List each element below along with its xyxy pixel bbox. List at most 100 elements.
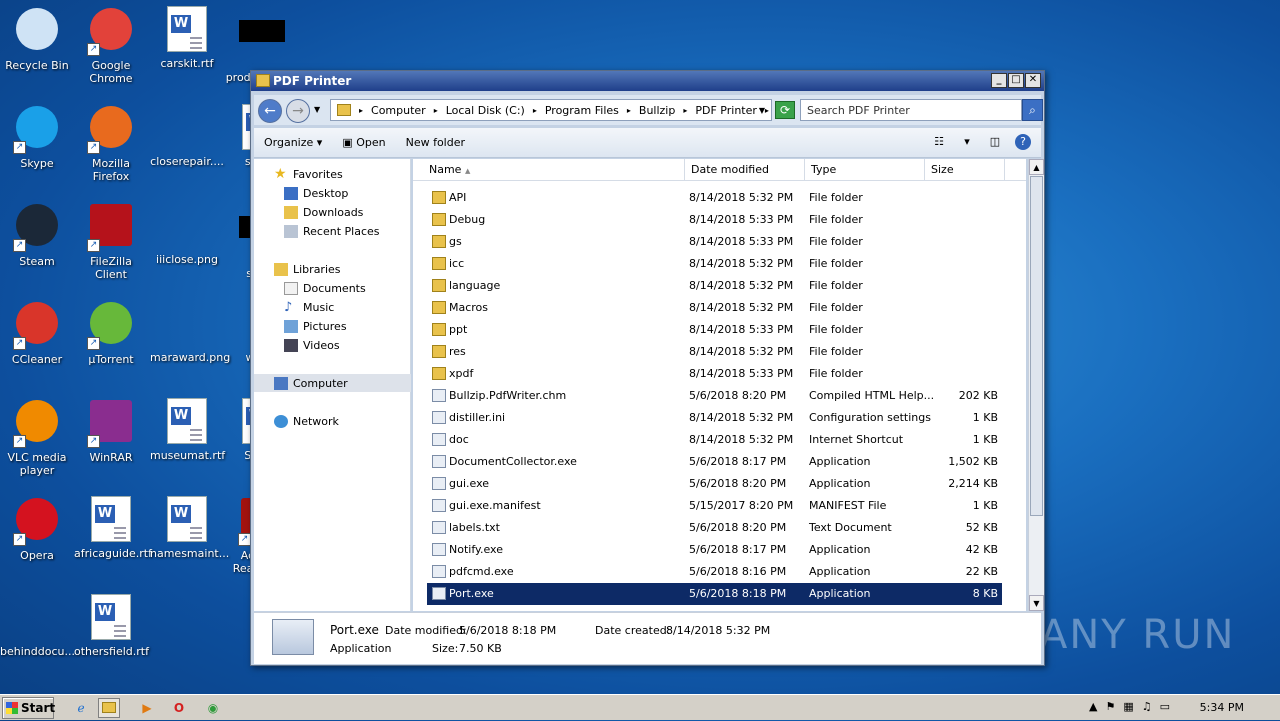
back-button[interactable]: ←	[258, 99, 282, 123]
desktop-icon[interactable]: closerepair....	[150, 104, 224, 168]
volume-icon[interactable]: ♫	[1142, 700, 1152, 713]
chevron-right-icon[interactable]: ▸	[683, 106, 687, 115]
file-row[interactable]: distiller.ini 8/14/2018 5:32 PM Configurat…	[427, 407, 1002, 429]
file-row[interactable]: gui.exe 5/6/2018 8:20 PM Application 2,214 …	[427, 473, 1002, 495]
chevron-right-icon[interactable]: ▸	[765, 106, 769, 115]
file-row[interactable]: icc 8/14/2018 5:32 PM File folder	[427, 253, 1002, 275]
file-row[interactable]: API 8/14/2018 5:32 PM File folder	[427, 187, 1002, 209]
desktop-icon[interactable]: ↗ Steam	[0, 202, 74, 268]
desktop-icon[interactable]: ↗ Skype	[0, 104, 74, 170]
refresh-button[interactable]: ⟳	[775, 101, 795, 119]
desktop-icon[interactable]: Recycle Bin	[0, 6, 74, 72]
desktop-icon[interactable]: ↗ Mozilla Firefox	[74, 104, 148, 183]
scroll-down-icon[interactable]: ▼	[1029, 595, 1044, 611]
desktop-icon[interactable]: ↗ µTorrent	[74, 300, 148, 366]
explorer-taskbar-icon[interactable]	[98, 698, 120, 718]
nav-libraries[interactable]: Libraries	[274, 260, 341, 278]
file-row[interactable]: Port.exe 5/6/2018 8:18 PM Application 8 KB	[427, 583, 1002, 605]
chevron-right-icon[interactable]: ▸	[434, 106, 438, 115]
desktop-icon[interactable]: iiiclose.png	[150, 202, 224, 266]
desktop-icon[interactable]: Wmuseumat.rtf	[150, 398, 225, 462]
flag-icon[interactable]: ⚑	[1105, 700, 1115, 713]
breadcrumb-local-disk[interactable]: Local Disk (C:)	[446, 104, 525, 117]
file-row[interactable]: gs 8/14/2018 5:33 PM File folder	[427, 231, 1002, 253]
start-button[interactable]: Start	[2, 697, 55, 719]
vertical-scrollbar[interactable]: ▲ ▼	[1028, 159, 1044, 611]
recent-pages-chevron-icon[interactable]: ▼	[314, 105, 320, 114]
open-button[interactable]: ▣ Open	[342, 136, 385, 149]
maximize-button[interactable]: □	[1008, 73, 1024, 88]
minimize-button[interactable]: _	[991, 73, 1007, 88]
explorer-window[interactable]: PDF Printer _ □ ✕ ← → ▼ ▸ Computer ▸ Loc…	[250, 70, 1045, 666]
file-row[interactable]: Bullzip.PdfWriter.chm 5/6/2018 8:20 PM Com…	[427, 385, 1002, 407]
desktop-icon[interactable]: Wnamesmaint...	[150, 496, 229, 560]
desktop-icon[interactable]: ↗ Google Chrome	[74, 6, 148, 85]
nav-desktop[interactable]: Desktop	[284, 184, 348, 202]
chevron-down-icon[interactable]: ▾	[959, 134, 975, 150]
file-row[interactable]: ppt 8/14/2018 5:33 PM File folder	[427, 319, 1002, 341]
nav-computer[interactable]: Computer	[254, 374, 411, 392]
nav-pictures[interactable]: Pictures	[284, 317, 347, 335]
breadcrumb-bullzip[interactable]: Bullzip	[639, 104, 675, 117]
tray-expand-icon[interactable]: ▲	[1089, 700, 1097, 713]
internet-explorer-icon[interactable]: ℯ	[70, 698, 92, 718]
view-options-icon[interactable]: ☷	[931, 134, 947, 150]
chevron-down-icon[interactable]: ▼	[759, 106, 765, 115]
scrollbar-thumb[interactable]	[1030, 176, 1043, 516]
search-icon[interactable]: ⌕	[1022, 99, 1043, 121]
file-row[interactable]: res 8/14/2018 5:32 PM File folder	[427, 341, 1002, 363]
title-bar[interactable]: PDF Printer _ □ ✕	[251, 71, 1044, 91]
search-input[interactable]: Search PDF Printer	[800, 99, 1022, 121]
column-size[interactable]: Size	[925, 159, 1005, 181]
file-row[interactable]: DocumentCollector.exe 5/6/2018 8:17 PM App…	[427, 451, 1002, 473]
nav-downloads[interactable]: Downloads	[284, 203, 363, 221]
forward-button[interactable]: →	[286, 99, 310, 123]
chrome-taskbar-icon[interactable]: ◉	[202, 698, 224, 718]
file-row[interactable]: language 8/14/2018 5:32 PM File folder	[427, 275, 1002, 297]
file-row[interactable]: Notify.exe 5/6/2018 8:17 PM Application 42 …	[427, 539, 1002, 561]
file-row[interactable]: xpdf 8/14/2018 5:33 PM File folder	[427, 363, 1002, 385]
breadcrumb[interactable]: ▸ Computer ▸ Local Disk (C:) ▸ Program F…	[330, 99, 772, 121]
network-status-icon[interactable]: ▦	[1123, 700, 1133, 713]
desktop-icon[interactable]: ↗ CCleaner	[0, 300, 74, 366]
opera-taskbar-icon[interactable]: O	[168, 698, 190, 718]
nav-recent-places[interactable]: Recent Places	[284, 222, 380, 240]
help-icon[interactable]: ?	[1015, 134, 1031, 150]
media-player-icon[interactable]: ▶	[136, 698, 158, 718]
column-date-modified[interactable]: Date modified	[685, 159, 805, 181]
battery-icon[interactable]: ▭	[1160, 700, 1170, 713]
scroll-up-icon[interactable]: ▲	[1029, 159, 1044, 175]
new-folder-button[interactable]: New folder	[406, 136, 465, 149]
breadcrumb-pdf-printer[interactable]: PDF Printer	[695, 104, 757, 117]
file-row[interactable]: Debug 8/14/2018 5:33 PM File folder	[427, 209, 1002, 231]
desktop-icon[interactable]: behinddocu...	[0, 594, 75, 658]
desktop-icon[interactable]: Wothersfield.rtf	[74, 594, 149, 658]
desktop-icon[interactable]: ↗ FileZilla Client	[74, 202, 148, 281]
organize-button[interactable]: Organize ▾	[264, 136, 322, 149]
nav-network[interactable]: Network	[274, 412, 339, 430]
file-row[interactable]: doc 8/14/2018 5:32 PM Internet Shortcut 1 K…	[427, 429, 1002, 451]
column-type[interactable]: Type	[805, 159, 925, 181]
file-row[interactable]: pdfcmd.exe 5/6/2018 8:16 PM Application 22 …	[427, 561, 1002, 583]
column-name[interactable]: Name ▲	[413, 159, 685, 181]
file-row[interactable]: gui.exe.manifest 5/15/2017 8:20 PM MANIFES…	[427, 495, 1002, 517]
nav-documents[interactable]: Documents	[284, 279, 366, 297]
desktop-icon[interactable]: Wcarskit.rtf	[150, 6, 224, 70]
chevron-right-icon[interactable]: ▸	[359, 106, 363, 115]
nav-favorites[interactable]: ★ Favorites	[274, 165, 343, 183]
breadcrumb-program-files[interactable]: Program Files	[545, 104, 619, 117]
chevron-right-icon[interactable]: ▸	[533, 106, 537, 115]
desktop-icon[interactable]: maraward.png	[150, 300, 230, 364]
nav-music[interactable]: ♪ Music	[284, 298, 334, 316]
nav-videos[interactable]: Videos	[284, 336, 340, 354]
desktop-icon[interactable]: ↗ WinRAR	[74, 398, 148, 464]
clock[interactable]: 5:34 PM	[1200, 695, 1244, 721]
desktop-icon[interactable]: Wafricaguide.rtf	[74, 496, 152, 560]
file-row[interactable]: Macros 8/14/2018 5:32 PM File folder	[427, 297, 1002, 319]
desktop-icon[interactable]: ↗ Opera	[0, 496, 74, 562]
chevron-right-icon[interactable]: ▸	[627, 106, 631, 115]
desktop-icon[interactable]: ↗ VLC media player	[0, 398, 74, 477]
preview-pane-icon[interactable]: ◫	[987, 134, 1003, 150]
breadcrumb-computer[interactable]: Computer	[371, 104, 426, 117]
close-button[interactable]: ✕	[1025, 73, 1041, 88]
